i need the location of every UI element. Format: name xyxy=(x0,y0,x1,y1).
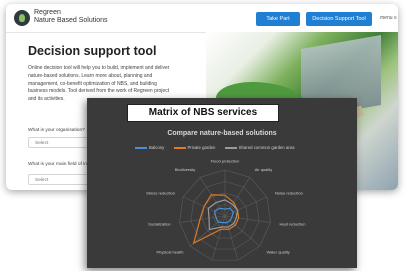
field-select[interactable]: Select xyxy=(28,174,90,185)
intro-line: Online decision tool will help you to bu… xyxy=(28,65,170,71)
organisation-select[interactable]: Select xyxy=(28,137,90,148)
radar-axis-label: Flood protection xyxy=(211,159,240,164)
decision-support-tool-button[interactable]: Decision Support Tool xyxy=(306,12,372,26)
take-part-button[interactable]: Take Part xyxy=(256,12,300,26)
radar-axis-label: Heat reduction xyxy=(279,221,305,226)
radar-axis-label: Stress reduction xyxy=(146,191,175,196)
organisation-question-label: What is your organisation? xyxy=(28,128,85,133)
nbs-matrix-panel: Matrix of NBS services Compare nature-ba… xyxy=(87,98,357,268)
intro-line: management, co-benefit optimization of N… xyxy=(28,80,157,87)
radar-axis-label: Noise reduction xyxy=(275,191,303,196)
regreen-logo-icon[interactable] xyxy=(14,10,30,26)
radar-chart: Flood protection Air quality Noise reducti… xyxy=(146,159,305,269)
page-title: Decision support tool xyxy=(28,44,157,58)
site-header: Regreen Nature Based Solutions Take Part… xyxy=(6,4,398,33)
radar-axis-label: Flood prevention xyxy=(240,266,270,268)
intro-line: business models. Tool derived from the w… xyxy=(28,88,170,95)
brand-line-1: Regreen xyxy=(34,9,61,16)
radar-axis-label: Socialization xyxy=(148,221,170,226)
field-question-label: What is your main field of in xyxy=(28,162,87,167)
radar-axis-label: Physical health xyxy=(157,250,184,255)
radar-axis-label: Carbon capture xyxy=(182,266,210,268)
intro-line: nature-based solutions. Learn more about… xyxy=(28,72,153,79)
radar-axis-label: Air quality xyxy=(255,167,273,172)
menu-button[interactable]: menu ≡ xyxy=(380,15,397,21)
radar-axis-label: Water quality xyxy=(267,250,290,255)
brand-name[interactable]: Regreen Nature Based Solutions xyxy=(34,9,108,25)
radar-axis-label: Biodiversity xyxy=(175,167,195,172)
brand-line-2: Nature Based Solutions xyxy=(34,17,108,24)
